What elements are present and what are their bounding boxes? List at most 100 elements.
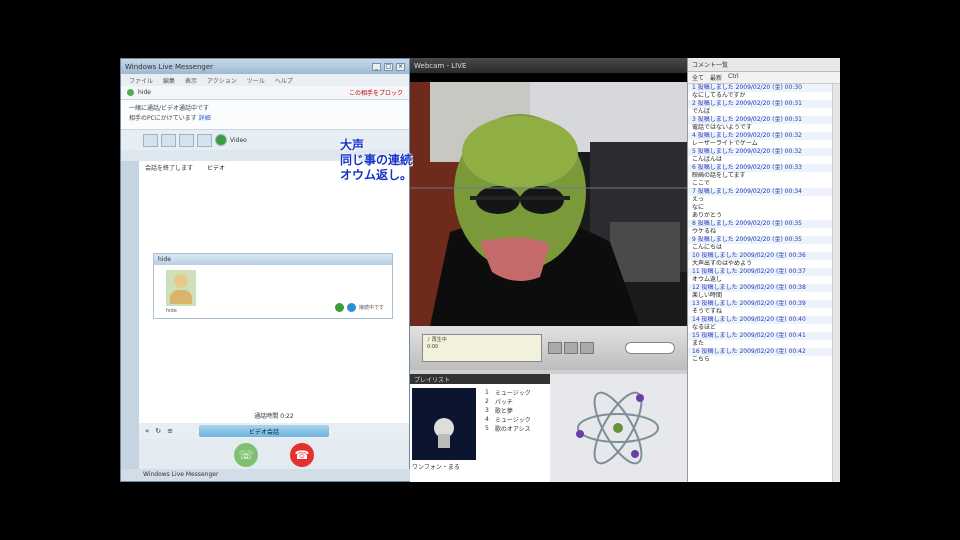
comment-text: 電話ではないようです <box>692 124 752 131</box>
comment-meta: 2 投稿しました 2009/02/20 (金) 00:31 <box>688 100 840 108</box>
messenger-title: Windows Live Messenger <box>125 62 214 71</box>
answer-call-button[interactable]: ☏ <box>234 443 258 467</box>
accept-icon[interactable] <box>334 303 344 312</box>
comment-text: 大声出すのはやめよう <box>692 260 753 267</box>
maximize-button[interactable]: □ <box>384 62 393 71</box>
play-button[interactable] <box>564 342 578 354</box>
comment-meta: 11 投稿しました 2009/02/20 (金) 00:37 <box>688 268 840 276</box>
call-buttons: ☏ ☎ <box>139 439 409 471</box>
block-contact-link[interactable]: この相手をブロック <box>349 88 403 97</box>
end-conversation-link[interactable]: 会話を終了します <box>145 163 193 172</box>
games-button[interactable] <box>197 133 212 147</box>
comment-text: こんにちは <box>692 244 723 251</box>
info-icon[interactable] <box>346 303 356 312</box>
comment-meta: 6 投稿しました 2009/02/20 (金) 00:33 <box>688 164 840 172</box>
caption-line-3: オウム返し。 <box>340 168 413 182</box>
track-table: 1 ミュージック 2 パッチ 3 歌と夢 4 ミュージック 5 歌のオアシス <box>482 388 534 433</box>
comment-text: レーザーライトでゲーム <box>692 140 758 147</box>
menu-help[interactable]: ヘルプ <box>275 76 293 85</box>
webcam-title: Webcam - LIVE <box>414 61 467 70</box>
now-playing-line-2: 0:00 <box>427 344 439 350</box>
atom-visualizer <box>550 374 687 482</box>
comment-meta: 9 投稿しました 2009/02/20 (金) 00:35 <box>688 236 840 244</box>
minimize-button[interactable]: _ <box>372 62 381 71</box>
comment-meta: 5 投稿しました 2009/02/20 (金) 00:32 <box>688 148 840 156</box>
caption-line-2: 同じ事の連続 <box>340 153 413 167</box>
comment-text: こちら <box>692 356 711 363</box>
comment-text: オウム返し <box>692 276 723 283</box>
menu-tools[interactable]: ツール <box>247 76 265 85</box>
album-art <box>412 388 476 460</box>
transport-buttons <box>548 342 594 354</box>
tab-all[interactable]: 全て <box>692 73 704 82</box>
video-link[interactable]: ビデオ <box>207 163 225 172</box>
comment-text: そうですね <box>692 308 723 315</box>
comment-text: なに <box>692 204 705 211</box>
menu-bar: ファイル 編集 表示 アクション ツール ヘルプ <box>121 74 409 86</box>
video-button[interactable] <box>179 133 194 147</box>
comment-text: でんぱ <box>692 108 711 115</box>
call-control[interactable]: ビデオ会話 <box>199 425 330 437</box>
menu-edit[interactable]: 編集 <box>163 76 175 85</box>
scrollbar[interactable] <box>832 84 840 482</box>
caption-line-1: 大声 <box>340 138 365 152</box>
menu-file[interactable]: ファイル <box>129 76 153 85</box>
tab-ctrl[interactable]: Ctrl <box>728 73 739 82</box>
comment-log-tabs: 全て 最新 Ctrl <box>688 72 840 84</box>
next-button[interactable] <box>580 342 594 354</box>
track-row[interactable]: 4 ミュージック <box>482 415 534 424</box>
menu-view[interactable]: 表示 <box>185 76 197 85</box>
comment-text: また <box>692 340 705 347</box>
track-row[interactable]: 2 パッチ <box>482 397 534 406</box>
track-row[interactable]: 5 歌のオアシス <box>482 424 534 433</box>
video-call-card: hide hide 接続中です <box>153 253 393 319</box>
call-icon[interactable] <box>215 134 227 146</box>
comment-meta: 1 投稿しました 2009/02/20 (金) 00:30 <box>688 84 840 92</box>
contact-bar: hide この相手をブロック <box>121 86 409 100</box>
comment-text: ここで <box>692 180 711 187</box>
messenger-window: Windows Live Messenger _ □ × ファイル 編集 表示 … <box>120 58 411 482</box>
video-frame: Windows Live Messenger _ □ × ファイル 編集 表示 … <box>0 0 960 540</box>
player-search-input[interactable] <box>625 342 675 354</box>
menu-icon[interactable]: ≡ <box>167 427 173 435</box>
comment-text: なにしてるんですか <box>692 92 746 99</box>
left-strip <box>121 161 139 471</box>
comment-log-header: コメント一覧 <box>688 58 840 72</box>
comment-meta: 4 投稿しました 2009/02/20 (金) 00:32 <box>688 132 840 140</box>
tab-latest[interactable]: 最新 <box>710 73 722 82</box>
track-row[interactable]: 3 歌と夢 <box>482 406 534 415</box>
comment-log: コメント一覧 全て 最新 Ctrl 1 投稿しました 2009/02/20 (金… <box>687 58 840 482</box>
comment-text: えっ <box>692 196 705 203</box>
comment-text: 映画の話をしてます <box>692 172 746 179</box>
comment-meta: 7 投稿しました 2009/02/20 (金) 00:34 <box>688 188 840 196</box>
call-status: 通話時間 0:22 <box>139 411 409 423</box>
card-icons: 接続中です <box>334 303 384 312</box>
back-icon[interactable]: « <box>145 427 149 435</box>
card-header: hide <box>154 254 392 265</box>
webcam-window: Webcam - LIVE <box>410 58 687 326</box>
info-line-1: 一緒に通話/ビデオ通話中です <box>129 105 210 112</box>
close-button[interactable]: × <box>396 62 405 71</box>
contact-name[interactable]: hide <box>138 89 151 96</box>
track-row[interactable]: 1 ミュージック <box>482 388 534 397</box>
share-files-button[interactable] <box>161 133 176 147</box>
details-link[interactable]: 詳細 <box>199 115 211 122</box>
prev-button[interactable] <box>548 342 562 354</box>
comment-text: ウケるね <box>692 228 717 235</box>
info-box: 一緒に通話/ビデオ通話中です 相手のPCにかけています 詳細 <box>121 100 409 130</box>
now-playing-line-1: ♪ 再生中 <box>427 337 447 343</box>
refresh-icon[interactable]: ↻ <box>155 427 161 435</box>
album-caption: ワンフォン・まる <box>412 464 460 471</box>
nav-row: « ↻ ≡ ビデオ会話 <box>139 423 409 439</box>
playlist-panel: プレイリスト ワンフォン・まる 1 ミュージック 2 パッチ 3 歌と夢 4 ミュージッ… <box>410 374 550 482</box>
contact-status-icon <box>127 89 134 96</box>
tab-video[interactable]: Video <box>230 137 247 144</box>
hang-up-button[interactable]: ☎ <box>290 443 314 467</box>
comment-text: こんばんは <box>692 156 723 163</box>
comment-text: なるほど <box>692 324 717 331</box>
window-controls: _ □ × <box>372 62 405 71</box>
menu-action[interactable]: アクション <box>207 76 237 85</box>
invite-button[interactable] <box>143 133 158 147</box>
conversation-area: 会話を終了します ビデオ hide hide 接続中です <box>139 161 409 421</box>
comment-meta: 16 投稿しました 2009/02/20 (金) 00:42 <box>688 348 840 356</box>
